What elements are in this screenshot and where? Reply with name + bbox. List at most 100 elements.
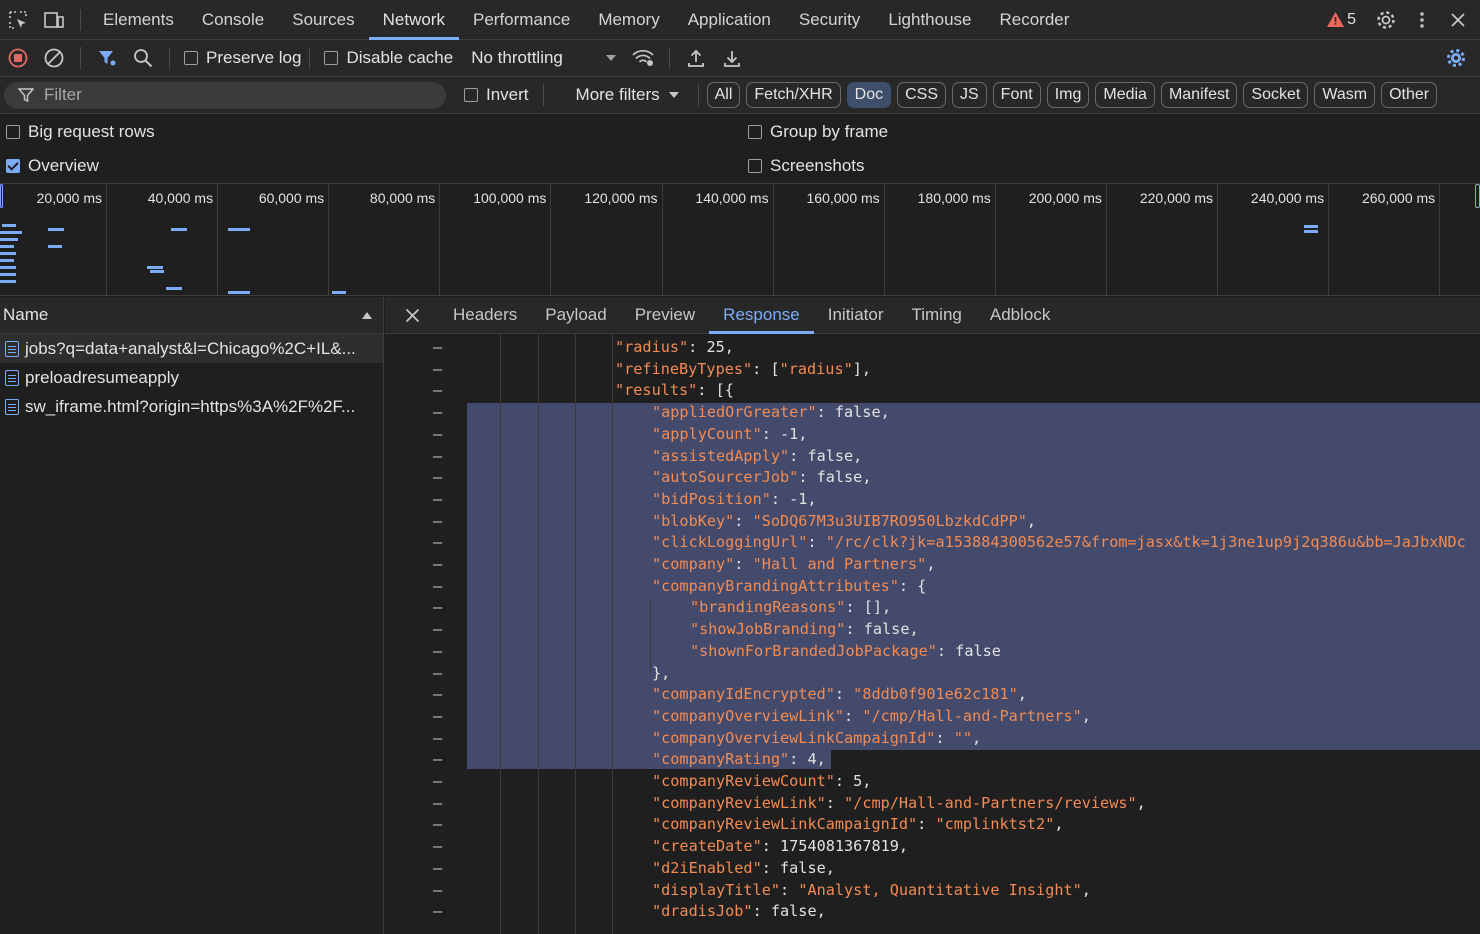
checkbox-box[interactable]: [748, 159, 762, 173]
throttling-select[interactable]: No throttling: [471, 48, 617, 68]
device-toolbar-icon[interactable]: [36, 0, 72, 40]
big-request-rows-label: Big request rows: [28, 122, 155, 141]
filter-chip-fetch-xhr[interactable]: Fetch/XHR: [746, 82, 841, 108]
detail-tabs: Headers Payload Preview Response Initiator Ti…: [439, 297, 1064, 334]
response-line: – "results": [{: [385, 380, 1480, 402]
filter-chip-media[interactable]: Media: [1095, 82, 1155, 108]
overview-right-handle[interactable]: [1475, 184, 1480, 208]
tab-elements[interactable]: Elements: [89, 0, 188, 40]
tab-network[interactable]: Network: [368, 0, 459, 40]
tab-memory[interactable]: Memory: [584, 0, 673, 40]
checkbox-box[interactable]: [748, 125, 762, 139]
overview-gridline: [1217, 184, 1218, 296]
checkbox-box[interactable]: [184, 51, 198, 65]
tab-security[interactable]: Security: [785, 0, 874, 40]
detail-tab-response[interactable]: Response: [709, 297, 814, 334]
request-rows: jobs?q=data+analyst&l=Chicago%2C+IL&... p…: [0, 334, 383, 421]
tab-console[interactable]: Console: [188, 0, 278, 40]
line-gutter-marker: –: [433, 728, 443, 747]
checkbox-box[interactable]: [324, 51, 339, 65]
response-viewer[interactable]: – "radius": 25, – "refineByTypes": ["radius…: [385, 334, 1480, 934]
screenshots-checkbox[interactable]: Screenshots: [748, 156, 865, 176]
filter-chip-socket[interactable]: Socket: [1243, 82, 1309, 108]
overview-tick-label: 180,000 ms: [917, 190, 991, 206]
response-line: –},: [385, 663, 1480, 685]
preserve-log-checkbox[interactable]: Preserve log: [184, 48, 301, 68]
warnings-counter[interactable]: 5: [1327, 11, 1356, 29]
detail-tab-timing[interactable]: Timing: [897, 297, 975, 334]
overview-checkbox[interactable]: Overview: [6, 156, 99, 176]
overview-tick-label: 100,000 ms: [473, 190, 547, 206]
tab-performance[interactable]: Performance: [459, 0, 584, 40]
detail-tab-headers[interactable]: Headers: [439, 297, 531, 334]
name-column-header[interactable]: Name: [0, 297, 383, 334]
overview-request-bar: [0, 273, 16, 276]
line-gutter-marker: –: [433, 793, 443, 812]
response-line: – "assistedApply": false,: [385, 446, 1480, 468]
detail-tab-payload[interactable]: Payload: [531, 297, 620, 334]
disable-cache-checkbox[interactable]: Disable cache: [324, 48, 453, 68]
detail-tab-initiator[interactable]: Initiator: [814, 297, 898, 334]
overview-tick-label: 220,000 ms: [1139, 190, 1213, 206]
overview-gridline: [883, 184, 885, 296]
overview-gridline: [550, 184, 552, 296]
filter-chip-doc[interactable]: Doc: [846, 82, 892, 108]
tab-sources[interactable]: Sources: [278, 0, 368, 40]
request-row[interactable]: preloadresumeapply: [0, 363, 383, 392]
response-line: – "showJobBranding": false,: [385, 619, 1480, 641]
devtools-tab-bar: Elements Console Sources Network Performance…: [0, 0, 1480, 40]
close-devtools-icon[interactable]: [1440, 0, 1476, 40]
tab-lighthouse[interactable]: Lighthouse: [874, 0, 985, 40]
checkbox-box[interactable]: [6, 159, 20, 173]
settings-gear-icon[interactable]: [1368, 0, 1404, 40]
network-settings-gear-icon[interactable]: [1438, 38, 1474, 78]
filter-chip-js[interactable]: JS: [952, 82, 987, 108]
response-line: – "blobKey": "SoDQ67M3u3UIB7RO950LbzkdCdP…: [385, 511, 1480, 533]
response-line-text: "companyBrandingAttributes": {: [652, 576, 927, 595]
checkbox-box[interactable]: [6, 125, 20, 139]
export-har-icon[interactable]: [714, 38, 750, 78]
filter-chip-wasm[interactable]: Wasm: [1314, 82, 1376, 108]
response-line-text: "shownForBrandedJobPackage": false: [690, 641, 1001, 660]
detail-tab-preview[interactable]: Preview: [621, 297, 709, 334]
network-conditions-icon[interactable]: [625, 38, 661, 78]
filter-chip-manifest[interactable]: Manifest: [1160, 82, 1238, 108]
search-icon[interactable]: [125, 38, 161, 78]
filter-chip-font[interactable]: Font: [992, 82, 1041, 108]
close-detail-icon[interactable]: [385, 295, 439, 335]
filter-chip-css[interactable]: CSS: [897, 82, 946, 108]
preserve-log-label: Preserve log: [206, 48, 302, 67]
request-row[interactable]: sw_iframe.html?origin=https%3A%2F%2F...: [0, 392, 383, 421]
clear-log-icon[interactable]: [36, 38, 72, 78]
big-request-rows-checkbox[interactable]: Big request rows: [6, 122, 155, 142]
more-filters-dropdown[interactable]: More filters: [576, 85, 680, 105]
invert-checkbox[interactable]: Invert: [464, 85, 529, 105]
tab-recorder[interactable]: Recorder: [986, 0, 1084, 40]
group-by-frame-checkbox[interactable]: Group by frame: [748, 122, 888, 142]
dropdown-arrow-icon: [606, 55, 617, 61]
filter-chip-all[interactable]: All: [706, 82, 741, 108]
filter-chip-img[interactable]: Img: [1046, 82, 1090, 108]
response-line: – "bidPosition": -1,: [385, 489, 1480, 511]
stop-recording-icon[interactable]: [0, 38, 36, 78]
response-line-text: "showJobBranding": false,: [690, 620, 919, 639]
response-line: – "applyCount": -1,: [385, 424, 1480, 446]
filter-chip-other[interactable]: Other: [1381, 82, 1438, 108]
tab-application[interactable]: Application: [674, 0, 785, 40]
filter-input[interactable]: Filter: [4, 81, 446, 109]
checkbox-box[interactable]: [464, 88, 478, 102]
import-har-icon[interactable]: [678, 38, 714, 78]
overview-request-bar: [48, 228, 64, 231]
line-gutter-marker: –: [433, 576, 443, 595]
response-line: – "refineByTypes": ["radius"],: [385, 359, 1480, 381]
filter-funnel-icon[interactable]: [89, 38, 125, 78]
request-row[interactable]: jobs?q=data+analyst&l=Chicago%2C+IL&...: [0, 334, 383, 363]
sort-ascending-icon: [362, 311, 372, 319]
network-overview-timeline[interactable]: 20,000 ms 40,000 ms 60,000 ms 80,000 ms 100,…: [0, 183, 1480, 296]
more-options-icon[interactable]: [1404, 0, 1440, 40]
response-line-text: "blobKey": "SoDQ67M3u3UIB7RO950LbzkdCdPP…: [652, 511, 1037, 530]
line-gutter-marker: –: [433, 511, 443, 530]
line-gutter-marker: –: [433, 468, 443, 487]
inspect-element-icon[interactable]: [0, 0, 36, 40]
detail-tab-adblock[interactable]: Adblock: [976, 297, 1064, 334]
